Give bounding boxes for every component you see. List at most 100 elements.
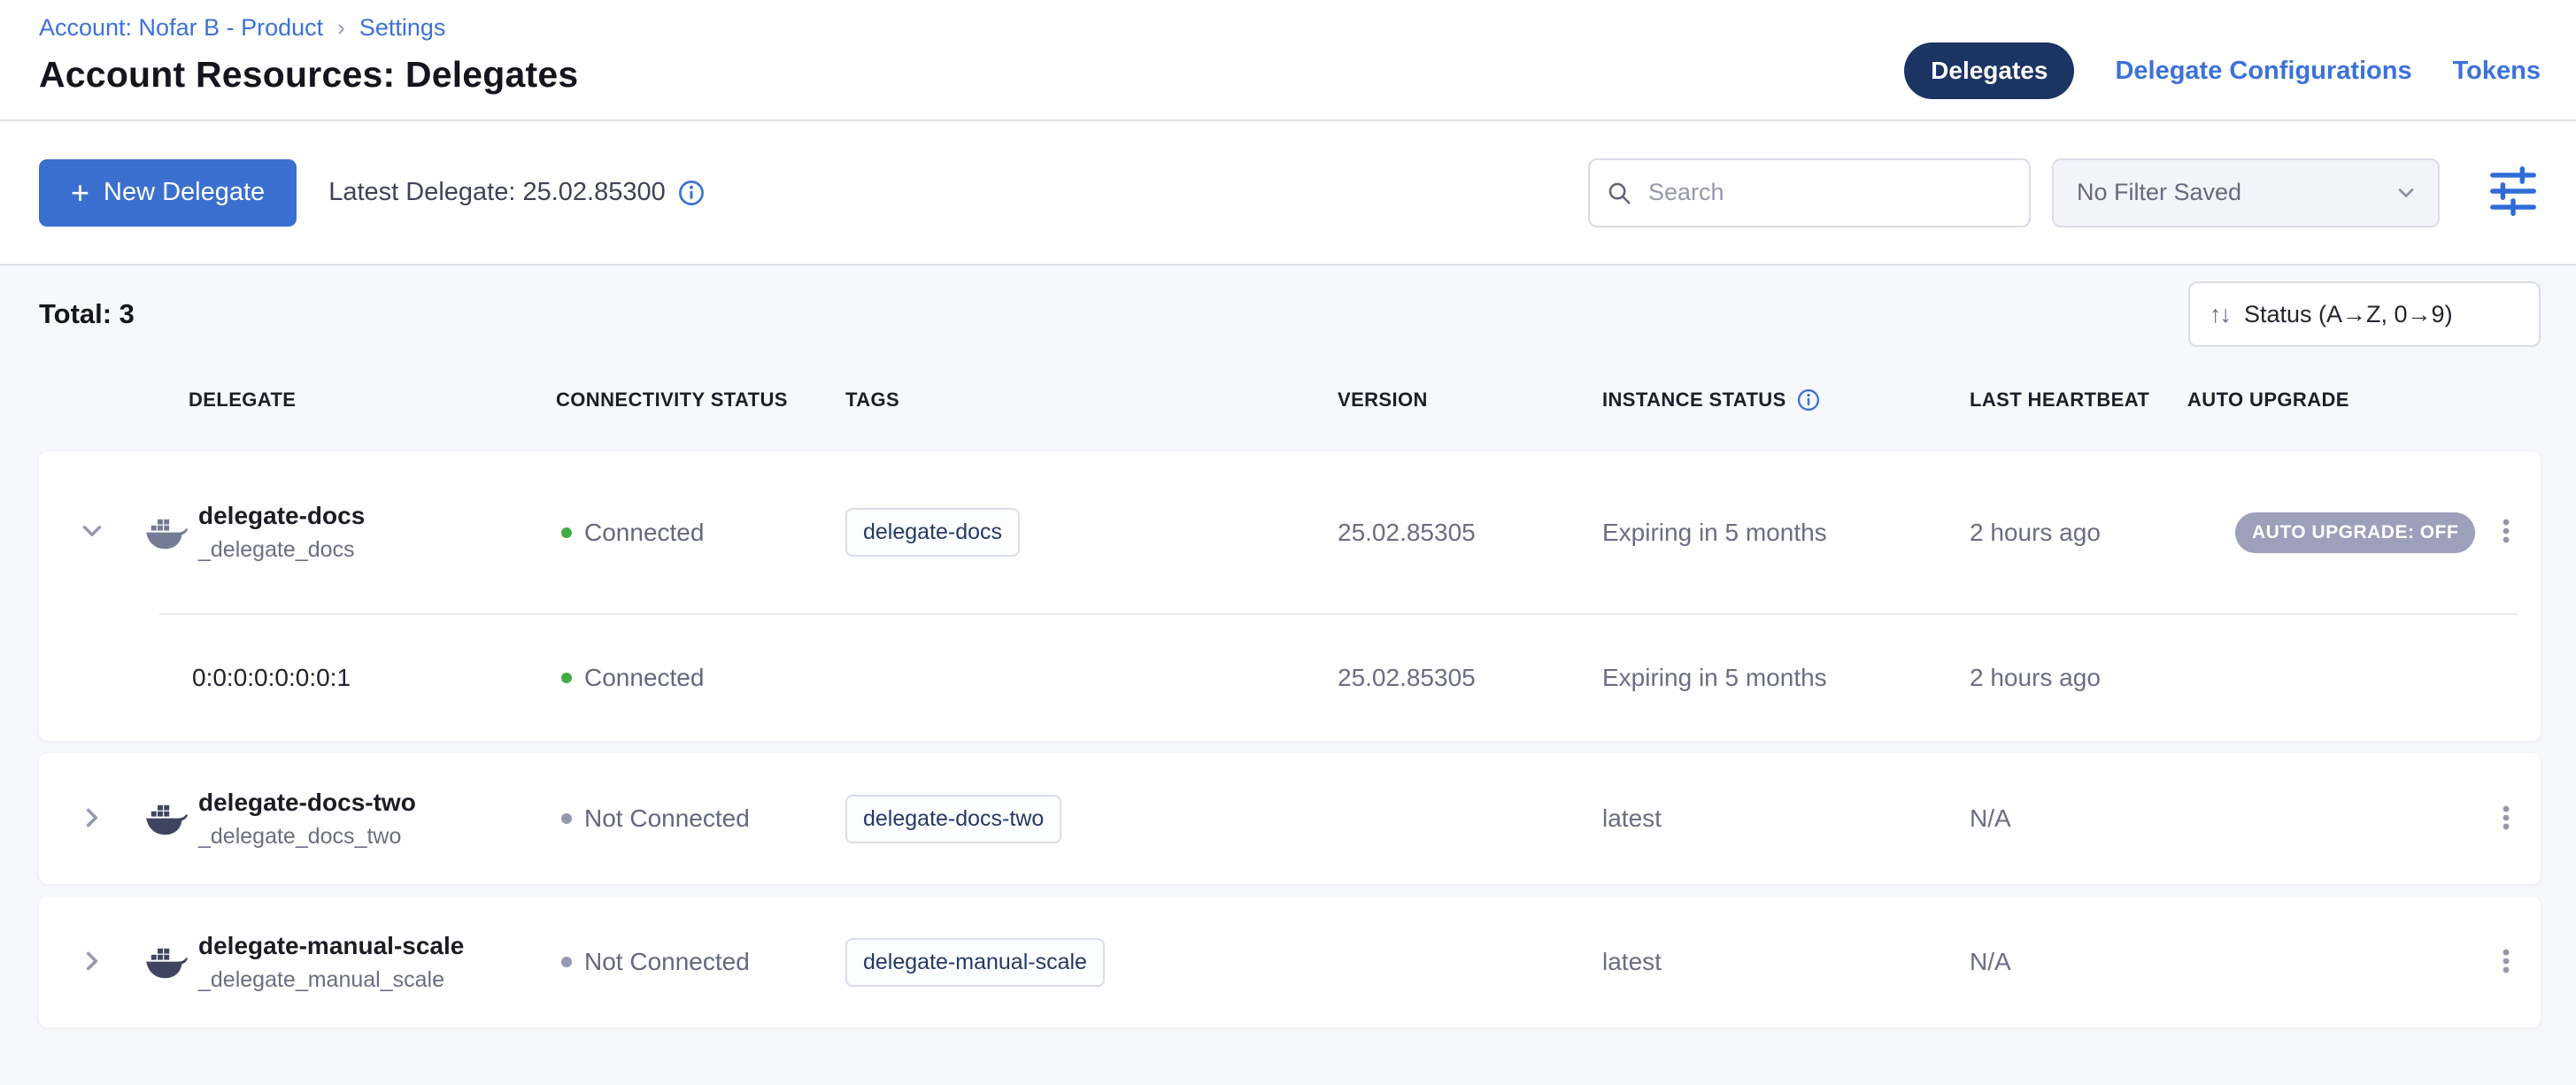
connected-dot-icon — [561, 673, 572, 683]
delegate-card-delegate-docs-two: delegate-docs-two _delegate_docs_two Not… — [39, 753, 2541, 884]
expand-row-button[interactable] — [77, 803, 107, 835]
instance-ip: 0:0:0:0:0:0:0:1 — [145, 664, 556, 692]
last-heartbeat-cell: N/A — [1970, 948, 2187, 976]
connectivity-status: Not Connected — [584, 804, 750, 833]
collapse-row-button[interactable] — [77, 516, 107, 549]
table-row[interactable]: delegate-docs-two _delegate_docs_two Not… — [39, 753, 2541, 884]
info-icon[interactable] — [678, 180, 705, 206]
instance-status-cell: Expiring in 5 months — [1602, 519, 1970, 547]
view-tabs: Delegates Delegate Configurations Tokens — [1904, 42, 2541, 99]
page-header: Account: Nofar B - Product › Settings Ac… — [0, 0, 2576, 121]
docker-icon — [145, 515, 188, 550]
delegate-cell: delegate-docs-two _delegate_docs_two — [145, 789, 556, 850]
search-box — [1588, 158, 2031, 227]
tab-delegates[interactable]: Delegates — [1904, 42, 2074, 99]
chevron-down-icon — [2394, 181, 2418, 205]
expand-row-button[interactable] — [77, 946, 107, 979]
column-header-auto-upgrade: AUTO UPGRADE — [2187, 389, 2471, 412]
column-header-version: VERSION — [1338, 389, 1602, 412]
row-menu-button[interactable] — [2482, 937, 2530, 988]
delegate-cell: delegate-manual-scale _delegate_manual_s… — [145, 932, 556, 993]
row-menu-button[interactable] — [2482, 507, 2530, 558]
docker-icon — [145, 801, 188, 836]
version-cell: 25.02.85305 — [1338, 664, 1602, 692]
column-header-last-heartbeat: LAST HEARTBEAT — [1970, 389, 2187, 412]
instance-row: 0:0:0:0:0:0:0:1 Connected 25.02.85305 Ex… — [39, 615, 2541, 741]
saved-filter-select[interactable]: No Filter Saved — [2052, 158, 2440, 227]
latest-delegate: Latest Delegate: 25.02.85300 — [328, 178, 705, 207]
delegate-cell: delegate-docs _delegate_docs — [145, 502, 556, 563]
tab-delegate-configurations[interactable]: Delegate Configurations — [2115, 57, 2411, 86]
connectivity-cell: Not Connected — [556, 948, 845, 976]
chevron-down-icon — [77, 516, 107, 546]
instance-status-cell: latest — [1602, 804, 1970, 833]
kebab-icon — [2491, 803, 2521, 833]
row-menu-button[interactable] — [2482, 794, 2530, 844]
last-heartbeat-cell: 2 hours ago — [1970, 519, 2187, 547]
delegates-page: Account: Nofar B - Product › Settings Ac… — [0, 0, 2576, 1027]
connectivity-cell: Connected — [556, 664, 845, 692]
new-delegate-label: New Delegate — [104, 178, 265, 207]
version-cell: 25.02.85305 — [1338, 519, 1602, 547]
saved-filter-label: No Filter Saved — [2077, 179, 2241, 206]
toolbar: + New Delegate Latest Delegate: 25.02.85… — [0, 121, 2576, 265]
last-heartbeat-cell: N/A — [1970, 804, 2187, 833]
info-icon[interactable] — [1797, 389, 1820, 412]
disconnected-dot-icon — [561, 957, 572, 967]
tag-chip: delegate-docs — [845, 508, 1020, 557]
last-heartbeat-cell: 2 hours ago — [1970, 664, 2187, 692]
column-header-delegate: DELEGATE — [145, 389, 556, 412]
search-input[interactable] — [1588, 158, 2031, 227]
kebab-icon — [2491, 946, 2521, 976]
instance-status-cell: Expiring in 5 months — [1602, 664, 1970, 692]
breadcrumb-account-link[interactable]: Account: Nofar B - Product — [39, 14, 323, 42]
new-delegate-button[interactable]: + New Delegate — [39, 159, 297, 227]
table-row[interactable]: delegate-manual-scale _delegate_manual_s… — [39, 896, 2541, 1027]
disconnected-dot-icon — [561, 813, 572, 824]
connectivity-status: Connected — [584, 519, 704, 547]
filter-icon[interactable] — [2486, 164, 2541, 221]
column-header-connectivity-status: CONNECTIVITY STATUS — [556, 389, 845, 412]
delegate-card-delegate-manual-scale: delegate-manual-scale _delegate_manual_s… — [39, 896, 2541, 1027]
breadcrumb-separator-icon: › — [337, 14, 345, 42]
header-left: Account: Nofar B - Product › Settings Ac… — [39, 14, 578, 96]
sort-arrows-icon: ↑↓ — [2210, 301, 2230, 328]
column-header-instance-status: INSTANCE STATUS — [1602, 389, 1970, 412]
connectivity-status: Not Connected — [584, 948, 750, 976]
instance-status-cell: latest — [1602, 948, 1970, 976]
total-count: Total: 3 — [39, 298, 135, 330]
connected-dot-icon — [561, 527, 572, 538]
connectivity-cell: Connected — [556, 519, 845, 547]
chevron-right-icon — [77, 946, 107, 976]
table-header: DELEGATE CONNECTIVITY STATUS TAGS VERSIO… — [39, 372, 2541, 428]
latest-delegate-text: Latest Delegate: 25.02.85300 — [328, 178, 666, 207]
table-row[interactable]: delegate-docs _delegate_docs Connected d… — [39, 451, 2541, 613]
breadcrumb-settings-link[interactable]: Settings — [359, 14, 446, 42]
delegate-name: delegate-docs — [198, 502, 365, 530]
tab-tokens[interactable]: Tokens — [2453, 57, 2541, 86]
auto-upgrade-badge: AUTO UPGRADE: OFF — [2235, 512, 2475, 553]
tag-chip: delegate-docs-two — [845, 795, 1061, 843]
plus-icon: + — [71, 177, 89, 209]
delegates-content: Total: 3 ↑↓ Status (A→Z, 0→9) DELEGATE C… — [0, 265, 2576, 1027]
search-icon — [1606, 180, 1632, 206]
delegate-hostname: _delegate_docs_two — [198, 824, 416, 850]
delegate-hostname: _delegate_docs — [198, 537, 365, 563]
sort-select[interactable]: ↑↓ Status (A→Z, 0→9) — [2188, 281, 2541, 347]
delegate-hostname: _delegate_manual_scale — [198, 967, 464, 993]
chevron-right-icon — [77, 803, 107, 833]
delegates-list: delegate-docs _delegate_docs Connected d… — [39, 451, 2541, 1027]
delegate-card-delegate-docs: delegate-docs _delegate_docs Connected d… — [39, 451, 2541, 741]
connectivity-cell: Not Connected — [556, 804, 845, 833]
sort-label: Status (A→Z, 0→9) — [2244, 301, 2453, 328]
delegate-name: delegate-manual-scale — [198, 932, 464, 960]
chevron-down-icon — [2496, 303, 2519, 326]
delegate-name: delegate-docs-two — [198, 789, 416, 817]
page-title: Account Resources: Delegates — [39, 54, 578, 96]
connectivity-status: Connected — [584, 664, 704, 692]
breadcrumb: Account: Nofar B - Product › Settings — [39, 14, 578, 42]
tag-chip: delegate-manual-scale — [845, 938, 1105, 987]
column-header-tags: TAGS — [845, 389, 1338, 412]
docker-icon — [145, 944, 188, 980]
toolbar-right: No Filter Saved — [1588, 158, 2541, 227]
